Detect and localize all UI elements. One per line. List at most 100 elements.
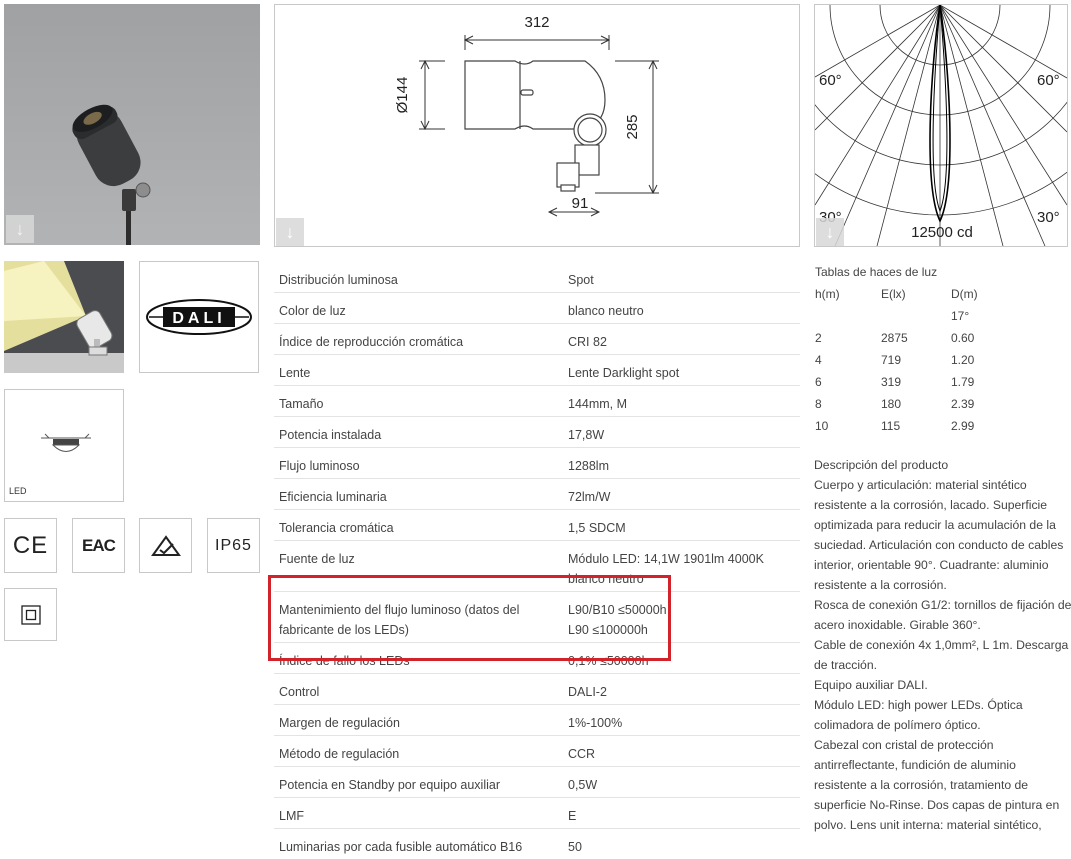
class-ii-icon — [20, 604, 41, 625]
spec-label: Distribución luminosa — [279, 273, 398, 287]
spec-value: 50 — [568, 840, 582, 854]
beam-header-illuminance: E(lx) — [881, 287, 906, 301]
spec-row: Color de luz blanco neutro — [274, 293, 800, 324]
download-arrow-icon: ↓ — [825, 222, 835, 242]
eac-mark-tile[interactable]: EAC — [72, 518, 125, 573]
spec-value: Lente Darklight spot — [568, 366, 680, 380]
description-paragraph: Rosca de conexión G1/2: tornillos de fij… — [814, 598, 1071, 632]
width-dimension-label: 312 — [524, 14, 549, 31]
angle-label-left-top: 60° — [819, 72, 842, 89]
download-polar-button[interactable]: ↓ — [816, 218, 844, 246]
class-ii-tile[interactable] — [4, 588, 57, 641]
height-dimension-label: 285 — [624, 114, 641, 139]
dali-logo-text: DALI — [172, 310, 225, 327]
description-paragraph: Equipo auxiliar DALI. — [814, 678, 928, 692]
download-photo-button[interactable]: ↓ — [6, 215, 34, 243]
spec-value: Spot — [568, 273, 594, 287]
spec-row: Flujo luminoso 1288lm — [274, 448, 800, 479]
spec-row: Índice de reproducción cromática CRI 82 — [274, 324, 800, 355]
spec-value: 144mm, M — [568, 397, 628, 411]
spec-label: Fuente de luz — [279, 552, 355, 566]
dimension-drawing[interactable]: 312 Ø144 285 91 ↓ — [274, 4, 800, 247]
light-distribution-curve: 60° 60° 30° 30° 12500 cd — [815, 5, 1067, 246]
spec-label: Tolerancia cromática — [279, 521, 394, 535]
description-paragraph: Módulo LED: high power LEDs. Óptica coli… — [814, 698, 1023, 732]
beam-cell: 2 — [815, 331, 822, 345]
spec-label: Método de regulación — [279, 747, 400, 761]
beam-cell: 4 — [815, 353, 822, 367]
rcm-mark-icon — [150, 534, 181, 556]
dali-logo-icon: DALI — [146, 299, 252, 335]
rcm-mark-tile[interactable] — [139, 518, 192, 573]
spec-value: 1%-100% — [568, 716, 623, 730]
spec-row: Tolerancia cromática 1,5 SDCM — [274, 510, 800, 541]
spec-row: Control DALI-2 — [274, 674, 800, 705]
beam-cell: 10 — [815, 419, 829, 433]
application-thumbnail[interactable] — [4, 261, 124, 373]
spec-value: CRI 82 — [568, 335, 607, 349]
spec-value: CCR — [568, 747, 596, 761]
polar-diagram[interactable]: 60° 60° 30° 30° 12500 cd ↓ — [814, 4, 1068, 247]
led-label: LED — [9, 486, 27, 496]
spec-label: Flujo luminoso — [279, 459, 360, 473]
spec-label: Lente — [279, 366, 311, 380]
spec-value: DALI-2 — [568, 685, 607, 699]
spec-value: E — [568, 809, 577, 823]
beam-table-title: Tablas de haces de luz — [815, 265, 938, 279]
ce-mark-icon: CE — [12, 531, 49, 559]
spec-value: 72lm/W — [568, 490, 611, 504]
diameter-dimension-label: Ø144 — [394, 77, 411, 114]
beam-cell: 0.60 — [951, 331, 975, 345]
beam-cell: 8 — [815, 397, 822, 411]
specification-table: Distribución luminosa Spot Color de luz bl… — [274, 262, 800, 859]
beam-header-diameter: D(m) — [951, 287, 978, 301]
ip-rating-label: IP65 — [215, 536, 252, 554]
spec-value: 1,5 SDCM — [568, 521, 626, 535]
spec-label: Control — [279, 685, 320, 699]
ip-rating-tile[interactable]: IP65 — [207, 518, 260, 573]
beam-cell: 2.99 — [951, 419, 975, 433]
beam-cell: 1.79 — [951, 375, 975, 389]
beam-cell: 719 — [881, 353, 902, 367]
angle-label-right-top: 60° — [1037, 72, 1060, 89]
spec-row: Eficiencia luminaria 72lm/W — [274, 479, 800, 510]
spec-value: blanco neutro — [568, 304, 644, 318]
spec-row: Tamaño 144mm, M — [274, 386, 800, 417]
spec-row: Método de regulación CCR — [274, 736, 800, 767]
led-mounting-icon — [41, 433, 91, 452]
product-description: Descripción del producto Cuerpo y articu… — [814, 455, 1071, 835]
description-title: Descripción del producto — [814, 458, 949, 472]
spec-row: Potencia instalada 17,8W — [274, 417, 800, 448]
spec-label: Luminarias por cada fusible automático B… — [279, 840, 523, 854]
ce-mark-tile[interactable]: CE — [4, 518, 57, 573]
product-photo[interactable]: ↓ — [4, 4, 260, 245]
intensity-label: 12500 cd — [911, 224, 973, 241]
beam-cell: 180 — [881, 397, 902, 411]
beam-cell: 115 — [881, 419, 901, 433]
light-beam-illustration — [4, 261, 124, 373]
download-drawing-button[interactable]: ↓ — [276, 218, 304, 246]
spec-label: Tamaño — [279, 397, 324, 411]
spec-label: Potencia instalada — [279, 428, 382, 442]
download-arrow-icon: ↓ — [285, 222, 295, 242]
spec-label: Color de luz — [279, 304, 346, 318]
spec-value: 0,5W — [568, 778, 598, 792]
download-arrow-icon: ↓ — [15, 219, 25, 239]
spec-value: 17,8W — [568, 428, 605, 442]
description-paragraph: Cuerpo y articulación: material sintétic… — [814, 478, 1064, 592]
beam-angle: 17° — [951, 309, 970, 323]
spec-label: LMF — [279, 809, 304, 823]
description-paragraph: Cable de conexión 4x 1,0mm², L 1m. Desca… — [814, 638, 1069, 672]
spec-row: LMF E — [274, 798, 800, 829]
spotlight-photo-icon — [72, 104, 151, 245]
spec-label: Potencia en Standby por equipo auxiliar — [279, 778, 500, 792]
spec-label: Índice de reproducción cromática — [279, 335, 464, 349]
base-dimension-label: 91 — [572, 195, 589, 212]
beam-cell: 319 — [881, 375, 902, 389]
dali-logo-tile[interactable]: DALI — [139, 261, 259, 373]
led-tile[interactable]: LED — [4, 389, 124, 502]
beam-header-height: h(m) — [815, 287, 840, 301]
spec-value: 1288lm — [568, 459, 609, 473]
description-paragraph: Cabezal con cristal de protección antirr… — [814, 738, 1060, 832]
angle-label-right-bottom: 30° — [1037, 209, 1060, 226]
